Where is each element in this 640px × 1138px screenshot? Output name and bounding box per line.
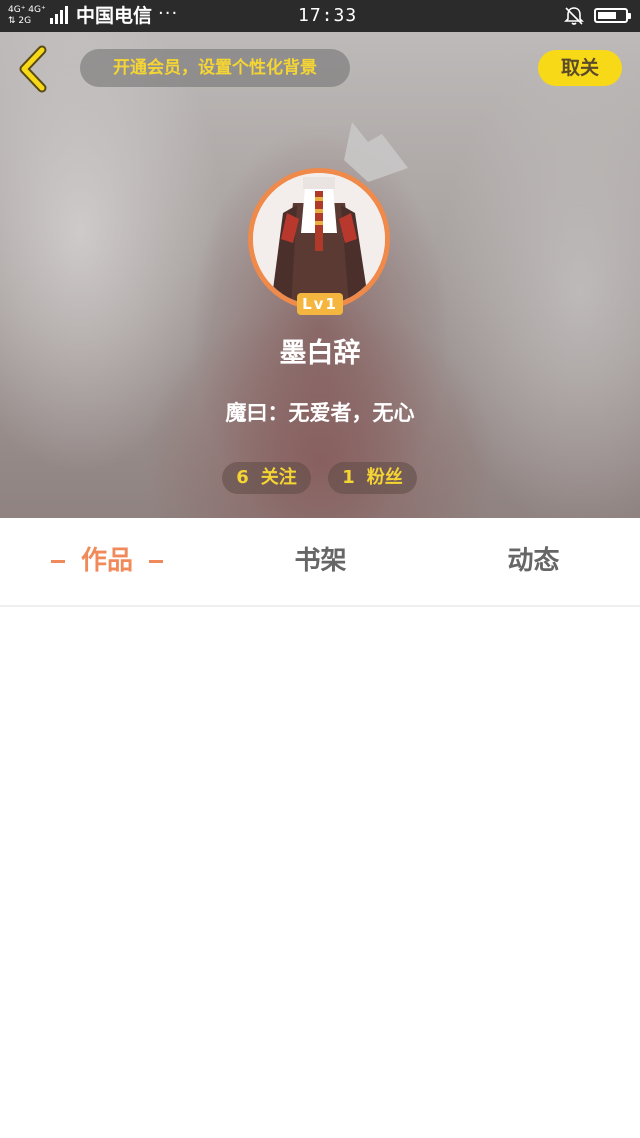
tab-bookshelf[interactable]: 书架 bbox=[214, 518, 427, 605]
status-bar: 4G⁺ 4G⁺ ⇅ 2G 中国电信 ··· 17:33 bbox=[0, 0, 640, 32]
fans-button[interactable]: 1 粉丝 bbox=[328, 462, 417, 494]
tab-activity[interactable]: 动态 bbox=[427, 518, 640, 605]
user-signature: 魔曰：无爱者，无心 bbox=[225, 401, 415, 425]
following-button[interactable]: 6 关注 bbox=[222, 462, 311, 494]
tab-content-area bbox=[0, 607, 640, 1138]
signal-icon bbox=[50, 6, 70, 24]
battery-icon bbox=[594, 8, 631, 23]
tab-active-indicator-left bbox=[50, 560, 65, 563]
fans-count: 1 bbox=[342, 467, 355, 488]
fans-label: 粉丝 bbox=[366, 467, 403, 488]
username: 墨白辞 bbox=[279, 338, 361, 369]
avatar[interactable] bbox=[248, 168, 390, 310]
level-badge: Lv1 bbox=[297, 293, 343, 315]
unfollow-button[interactable]: 取关 bbox=[538, 50, 622, 86]
tab-works[interactable]: 作品 bbox=[0, 518, 214, 605]
avatar-image bbox=[253, 173, 385, 305]
back-button[interactable] bbox=[14, 44, 52, 94]
tab-bookshelf-label: 书架 bbox=[294, 546, 347, 576]
carrier-name: 中国电信 bbox=[76, 5, 153, 27]
vip-banner-button[interactable]: 开通会员，设置个性化背景 bbox=[80, 49, 350, 87]
tab-active-indicator-right bbox=[149, 560, 163, 563]
network-type-top: 4G⁺ 4G⁺ bbox=[8, 5, 46, 15]
following-count: 6 bbox=[236, 467, 249, 488]
clock: 17:33 bbox=[298, 5, 358, 26]
network-type-bottom: ⇅ 2G bbox=[8, 16, 32, 26]
bell-muted-icon bbox=[564, 7, 584, 25]
more-notifications-icon: ··· bbox=[158, 3, 179, 24]
avatar-illustration bbox=[253, 173, 385, 305]
profile-tabs: 作品 书架 动态 bbox=[0, 518, 640, 607]
profile-header: 开通会员，设置个性化背景 取关 Lv1 墨白辞 魔曰：无爱者，无心 6 关注 1… bbox=[0, 32, 640, 518]
following-label: 关注 bbox=[260, 467, 297, 488]
battery-level bbox=[598, 12, 616, 19]
tab-activity-label: 动态 bbox=[507, 546, 560, 576]
tab-works-label: 作品 bbox=[80, 546, 133, 576]
